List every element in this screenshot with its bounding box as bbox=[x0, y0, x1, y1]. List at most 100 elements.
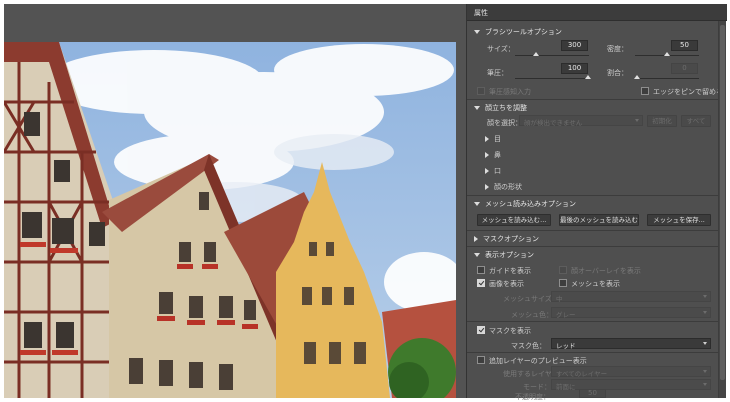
face-item-label: 口 bbox=[494, 167, 501, 175]
rate-slider[interactable] bbox=[635, 78, 699, 79]
reset-button[interactable]: 初期化 bbox=[647, 115, 677, 127]
divider bbox=[467, 321, 719, 322]
pressure-field[interactable]: 100 bbox=[561, 63, 588, 74]
panel-body: ブラシツールオプション サイズ： 300 密度： 50 筆圧： 100 割合： … bbox=[467, 21, 723, 401]
brush-section-title: ブラシツールオプション bbox=[485, 28, 562, 36]
properties-panel: 属性 ブラシツールオプション サイズ： 300 密度： 50 筆圧： 100 割… bbox=[466, 4, 727, 401]
select-face-dropdown[interactable]: 顔が検出できません bbox=[519, 115, 643, 127]
pressure-label: 筆圧： bbox=[487, 69, 508, 77]
collapse-triangle-icon bbox=[474, 253, 480, 257]
show-mesh-checkbox[interactable] bbox=[559, 279, 567, 287]
view-section-title: 表示オプション bbox=[485, 251, 534, 259]
mesh-color-dropdown[interactable]: グレー bbox=[551, 307, 711, 319]
panel-scrollbar[interactable] bbox=[718, 21, 726, 398]
guides-checkbox[interactable] bbox=[477, 266, 485, 274]
chevron-down-icon bbox=[703, 342, 707, 345]
pressure-slider[interactable] bbox=[515, 78, 589, 79]
preview-photo bbox=[4, 42, 456, 398]
face-item-shape[interactable]: 顔の形状 bbox=[485, 182, 522, 192]
mode-value: 前面に bbox=[556, 383, 576, 391]
expand-triangle-icon bbox=[485, 184, 489, 190]
face-section-header[interactable]: 顔立ちを調整 bbox=[474, 103, 527, 113]
face-item-mouth[interactable]: 口 bbox=[485, 166, 501, 176]
panel-title: 属性 bbox=[467, 4, 727, 21]
divider bbox=[467, 99, 719, 100]
guides-label: ガイドを表示 bbox=[489, 267, 531, 275]
density-slider-knob[interactable] bbox=[664, 52, 670, 56]
chevron-down-icon bbox=[635, 119, 639, 122]
mask-color-label: マスク色： bbox=[511, 342, 546, 350]
divider bbox=[467, 246, 719, 247]
rate-slider-knob[interactable] bbox=[634, 75, 640, 79]
opacity-label: 不透明度： bbox=[515, 393, 550, 401]
collapse-triangle-icon bbox=[474, 106, 480, 110]
face-section-title: 顔立ちを調整 bbox=[485, 104, 527, 112]
chevron-down-icon bbox=[703, 311, 707, 314]
chevron-down-icon bbox=[703, 370, 707, 373]
size-slider[interactable] bbox=[515, 55, 589, 56]
opacity-field[interactable]: 50 bbox=[579, 389, 606, 398]
mesh-section-title: メッシュ読み込みオプション bbox=[485, 200, 576, 208]
view-section-header[interactable]: 表示オプション bbox=[474, 250, 534, 260]
pressure-slider-knob[interactable] bbox=[585, 75, 591, 79]
all-button[interactable]: すべて bbox=[681, 115, 711, 127]
face-item-eyes[interactable]: 目 bbox=[485, 134, 501, 144]
mask-color-value: レッド bbox=[556, 342, 576, 350]
window: 属性 ブラシツールオプション サイズ： 300 密度： 50 筆圧： 100 割… bbox=[0, 0, 730, 401]
mesh-color-label: メッシュ色： bbox=[511, 311, 553, 319]
rate-label: 割合： bbox=[607, 69, 628, 77]
mask-section-header[interactable]: マスクオプション bbox=[474, 234, 539, 244]
divider bbox=[467, 195, 719, 196]
pin-edges-checkbox[interactable] bbox=[641, 87, 649, 95]
rate-field[interactable]: 0 bbox=[671, 63, 698, 74]
size-field[interactable]: 300 bbox=[561, 40, 588, 51]
face-item-label: 鼻 bbox=[494, 151, 501, 159]
divider bbox=[467, 352, 719, 353]
expand-triangle-icon bbox=[485, 152, 489, 158]
face-overlay-label: 顔オーバーレイを表示 bbox=[571, 267, 641, 275]
collapse-triangle-icon bbox=[474, 30, 480, 34]
use-layer-value: すべてのレイヤー bbox=[556, 370, 608, 378]
show-mask-label: マスクを表示 bbox=[489, 327, 531, 335]
density-label: 密度： bbox=[607, 45, 628, 53]
backdrop-label: 追加レイヤーのプレビュー表示 bbox=[489, 357, 587, 365]
mesh-size-dropdown[interactable]: 中 bbox=[551, 291, 711, 303]
load-last-mesh-button[interactable]: 最後のメッシュを読み込む bbox=[559, 214, 639, 226]
face-overlay-checkbox[interactable] bbox=[559, 266, 567, 274]
use-layer-dropdown[interactable]: すべてのレイヤー bbox=[551, 366, 711, 378]
face-item-label: 目 bbox=[494, 135, 501, 143]
stylus-checkbox[interactable] bbox=[477, 87, 485, 95]
collapse-triangle-icon bbox=[474, 202, 480, 206]
show-mesh-label: メッシュを表示 bbox=[571, 280, 620, 288]
mask-section-title: マスクオプション bbox=[483, 235, 539, 243]
chevron-down-icon bbox=[703, 295, 707, 298]
load-mesh-button[interactable]: メッシュを読み込む... bbox=[477, 214, 551, 226]
preview-canvas[interactable] bbox=[4, 4, 466, 398]
select-face-label: 顔を選択： bbox=[487, 119, 522, 127]
pin-edges-label: エッジをピンで留める bbox=[653, 88, 723, 96]
mesh-size-value: 中 bbox=[556, 295, 563, 303]
backdrop-checkbox[interactable] bbox=[477, 356, 485, 364]
expand-triangle-icon bbox=[474, 236, 478, 242]
save-mesh-button[interactable]: メッシュを保存... bbox=[647, 214, 711, 226]
stylus-label: 筆圧感知入力 bbox=[489, 88, 531, 96]
face-item-label: 顔の形状 bbox=[494, 183, 522, 191]
mask-color-dropdown[interactable]: レッド bbox=[551, 338, 711, 350]
size-slider-knob[interactable] bbox=[533, 52, 539, 56]
select-face-value: 顔が検出できません bbox=[524, 119, 583, 127]
expand-triangle-icon bbox=[485, 136, 489, 142]
mesh-color-value: グレー bbox=[556, 311, 576, 319]
divider bbox=[467, 230, 719, 231]
size-label: サイズ： bbox=[487, 45, 515, 53]
expand-triangle-icon bbox=[485, 168, 489, 174]
show-image-label: 画像を表示 bbox=[489, 280, 524, 288]
show-mask-checkbox[interactable] bbox=[477, 326, 485, 334]
brush-section-header[interactable]: ブラシツールオプション bbox=[474, 27, 562, 37]
scrollbar-thumb[interactable] bbox=[720, 25, 725, 380]
face-item-nose[interactable]: 鼻 bbox=[485, 150, 501, 160]
mesh-section-header[interactable]: メッシュ読み込みオプション bbox=[474, 199, 576, 209]
show-image-checkbox[interactable] bbox=[477, 279, 485, 287]
density-field[interactable]: 50 bbox=[671, 40, 698, 51]
mode-dropdown[interactable]: 前面に bbox=[551, 379, 711, 391]
mode-label: モード： bbox=[523, 383, 551, 391]
